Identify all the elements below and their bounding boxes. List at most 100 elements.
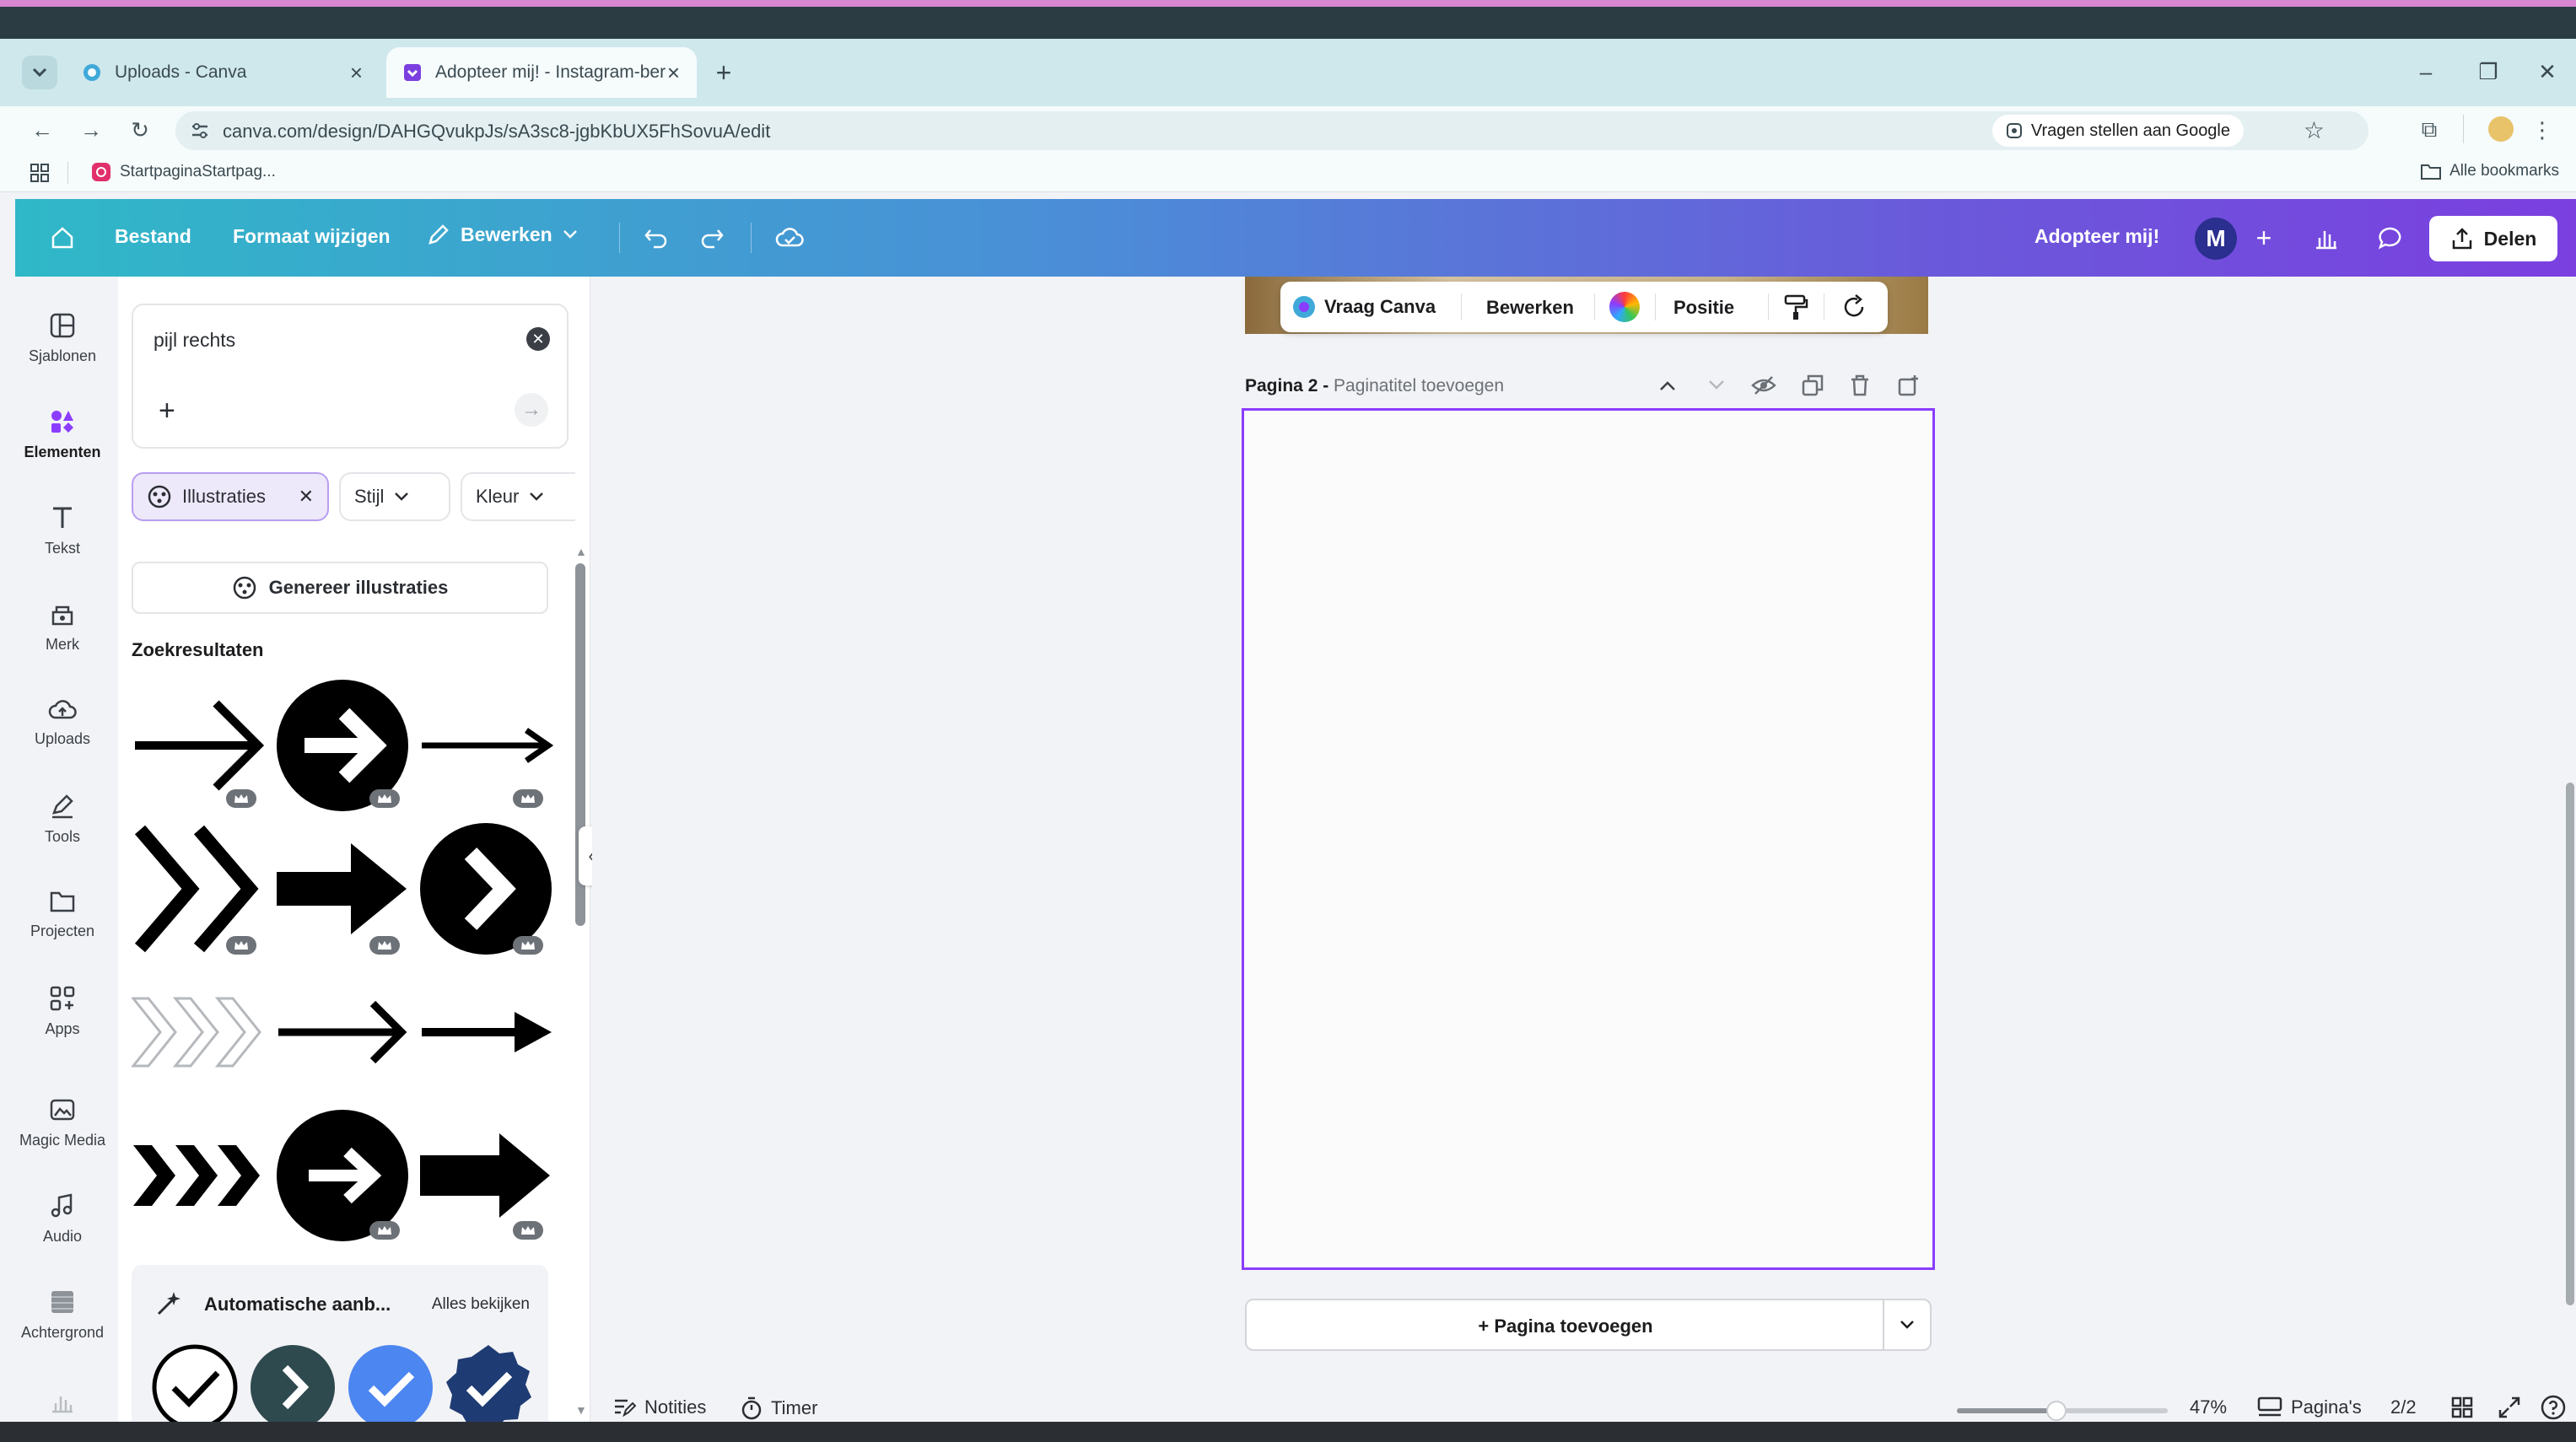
result-circle-chevron[interactable]: [418, 821, 553, 956]
ask-canva-button[interactable]: Vraag Canva: [1292, 295, 1436, 319]
zoom-value[interactable]: 47%: [2190, 1396, 2227, 1418]
search-box[interactable]: pijl rechts ✕ + →: [132, 304, 569, 449]
ask-google-button[interactable]: Vragen stellen aan Google: [1991, 115, 2244, 147]
hide-page-icon[interactable]: [1751, 373, 1776, 398]
undo-icon[interactable]: [639, 221, 673, 255]
sidebar-item-background[interactable]: Achtergrond: [15, 1289, 110, 1342]
zoom-slider-handle[interactable]: [2045, 1401, 2067, 1421]
arrow-right-icon[interactable]: →: [515, 393, 548, 427]
add-page-icon[interactable]: [1896, 373, 1921, 398]
design-title[interactable]: Adopteer mij!: [2034, 225, 2159, 248]
result-arrow-bold[interactable]: [275, 821, 410, 956]
close-icon[interactable]: ✕: [299, 486, 314, 508]
sidebar-item-text[interactable]: Tekst: [15, 504, 110, 557]
chevron-down-icon[interactable]: [1704, 373, 1729, 398]
browser-tab-design[interactable]: Adopteer mij! - Instagram-ber ×: [386, 47, 697, 98]
sidebar-item-brand[interactable]: Merk: [15, 600, 110, 654]
fullscreen-icon[interactable]: [2498, 1396, 2520, 1418]
sidebar-item-projects[interactable]: Projecten: [15, 889, 110, 940]
timer-button[interactable]: Timer: [741, 1396, 817, 1420]
help-icon[interactable]: [2541, 1395, 2566, 1420]
sidebar-item-audio[interactable]: Audio: [15, 1192, 110, 1246]
add-collaborator-icon[interactable]: +: [2247, 221, 2281, 255]
add-page-button[interactable]: + Pagina toevoegen: [1245, 1299, 1932, 1351]
filter-chip-style[interactable]: Stijl: [339, 472, 450, 521]
sidebar-item-apps[interactable]: Apps: [15, 985, 110, 1038]
sidebar-item-uploads[interactable]: Uploads: [15, 697, 110, 748]
close-icon[interactable]: ×: [350, 60, 363, 86]
comment-icon[interactable]: [2374, 221, 2407, 255]
chevron-up-icon[interactable]: [1655, 373, 1680, 398]
file-menu[interactable]: Bestand: [115, 225, 191, 248]
address-bar[interactable]: canva.com/design/DAHGQvukpJs/sA3sc8-jgbK…: [175, 111, 2369, 150]
reload-icon[interactable]: ↻: [127, 116, 154, 143]
result-arrow-solid-head[interactable]: [418, 965, 553, 1100]
paint-roller-icon[interactable]: [1783, 293, 1808, 320]
clear-search-icon[interactable]: ✕: [526, 327, 550, 351]
close-window-icon[interactable]: ✕: [2530, 59, 2564, 85]
edit-image-button[interactable]: Bewerken: [1486, 297, 1574, 319]
result-block-arrow[interactable]: [418, 1108, 553, 1243]
forward-arrow-icon[interactable]: →: [78, 116, 105, 143]
bookmark-star-icon[interactable]: ☆: [2304, 116, 2325, 144]
trash-icon[interactable]: [1847, 373, 1873, 398]
result-triple-chevron[interactable]: [132, 1108, 267, 1243]
notes-button[interactable]: Notities: [612, 1396, 706, 1418]
all-bookmarks-button[interactable]: Alle bookmarks: [2421, 162, 2559, 180]
extensions-icon[interactable]: ⧉: [2416, 116, 2443, 143]
new-tab-button[interactable]: +: [707, 56, 741, 89]
result-arrow-thin[interactable]: [132, 678, 267, 813]
cloud-saved-icon[interactable]: [773, 221, 806, 255]
tab-search-button[interactable]: [22, 56, 57, 89]
pages-button[interactable]: Pagina's: [2257, 1396, 2362, 1418]
zoom-slider[interactable]: [1957, 1401, 2168, 1421]
result-arrow-line[interactable]: [418, 678, 553, 813]
sidebar-item-tools[interactable]: Tools: [15, 793, 110, 846]
duplicate-page-icon[interactable]: [1800, 373, 1825, 398]
result-arrow-medium[interactable]: [275, 965, 410, 1100]
minimize-icon[interactable]: –: [2409, 59, 2443, 85]
avatar[interactable]: M: [2195, 218, 2237, 260]
scroll-down-icon[interactable]: ▼: [575, 1403, 587, 1417]
position-button[interactable]: Positie: [1673, 297, 1734, 319]
workspace-scrollbar[interactable]: [2566, 783, 2574, 1305]
home-icon[interactable]: [46, 221, 79, 255]
profile-avatar[interactable]: [2488, 116, 2514, 142]
generate-illustrations-button[interactable]: Genereer illustraties: [132, 562, 548, 614]
refresh-icon[interactable]: [1840, 293, 1867, 320]
filter-chip-illustrations[interactable]: Illustraties ✕: [132, 472, 329, 521]
resize-menu[interactable]: Formaat wijzigen: [233, 225, 391, 248]
add-icon[interactable]: +: [159, 395, 175, 428]
result-arrow-circle[interactable]: [275, 678, 410, 813]
redo-icon[interactable]: [695, 221, 729, 255]
result-double-chevron[interactable]: [132, 821, 267, 956]
analytics-icon[interactable]: [2309, 221, 2343, 255]
site-settings-icon[interactable]: [191, 122, 209, 139]
result-outline-chevrons[interactable]: [132, 965, 267, 1100]
scroll-up-icon[interactable]: ▲: [575, 545, 587, 558]
add-page-dropdown[interactable]: [1883, 1300, 1930, 1349]
filter-chip-color[interactable]: Kleur: [461, 472, 575, 521]
suggestion-check-navy[interactable]: [444, 1342, 533, 1432]
sidebar-item-templates[interactable]: Sjablonen: [15, 312, 110, 365]
design-page[interactable]: [1242, 408, 1935, 1270]
analytics-icon[interactable]: [49, 1388, 76, 1413]
close-icon[interactable]: ×: [667, 60, 680, 86]
suggestion-check-blue[interactable]: [346, 1342, 435, 1432]
bookmark-startpagina[interactable]: StartpaginaStartpag...: [91, 162, 276, 182]
sidebar-item-magic-media[interactable]: Magic Media: [15, 1096, 110, 1149]
see-all-link[interactable]: Alles bekijken: [432, 1295, 530, 1314]
apps-grid-icon[interactable]: [30, 164, 49, 182]
edit-menu[interactable]: Bewerken: [427, 223, 578, 246]
suggestion-chevron-dark[interactable]: [248, 1342, 337, 1432]
result-circle-arrow-white[interactable]: [275, 1108, 410, 1243]
sidebar-item-elements[interactable]: Elementen: [15, 408, 110, 461]
share-button[interactable]: Delen: [2429, 216, 2557, 261]
grid-view-icon[interactable]: [2451, 1396, 2473, 1418]
search-input[interactable]: pijl rechts: [154, 329, 235, 352]
back-arrow-icon[interactable]: ←: [29, 116, 56, 143]
browser-tab-uploads[interactable]: Uploads - Canva ×: [66, 47, 380, 98]
suggestion-check-outline[interactable]: [150, 1342, 240, 1432]
browser-menu-icon[interactable]: ⋮: [2529, 116, 2556, 143]
restore-icon[interactable]: ❐: [2471, 59, 2505, 85]
